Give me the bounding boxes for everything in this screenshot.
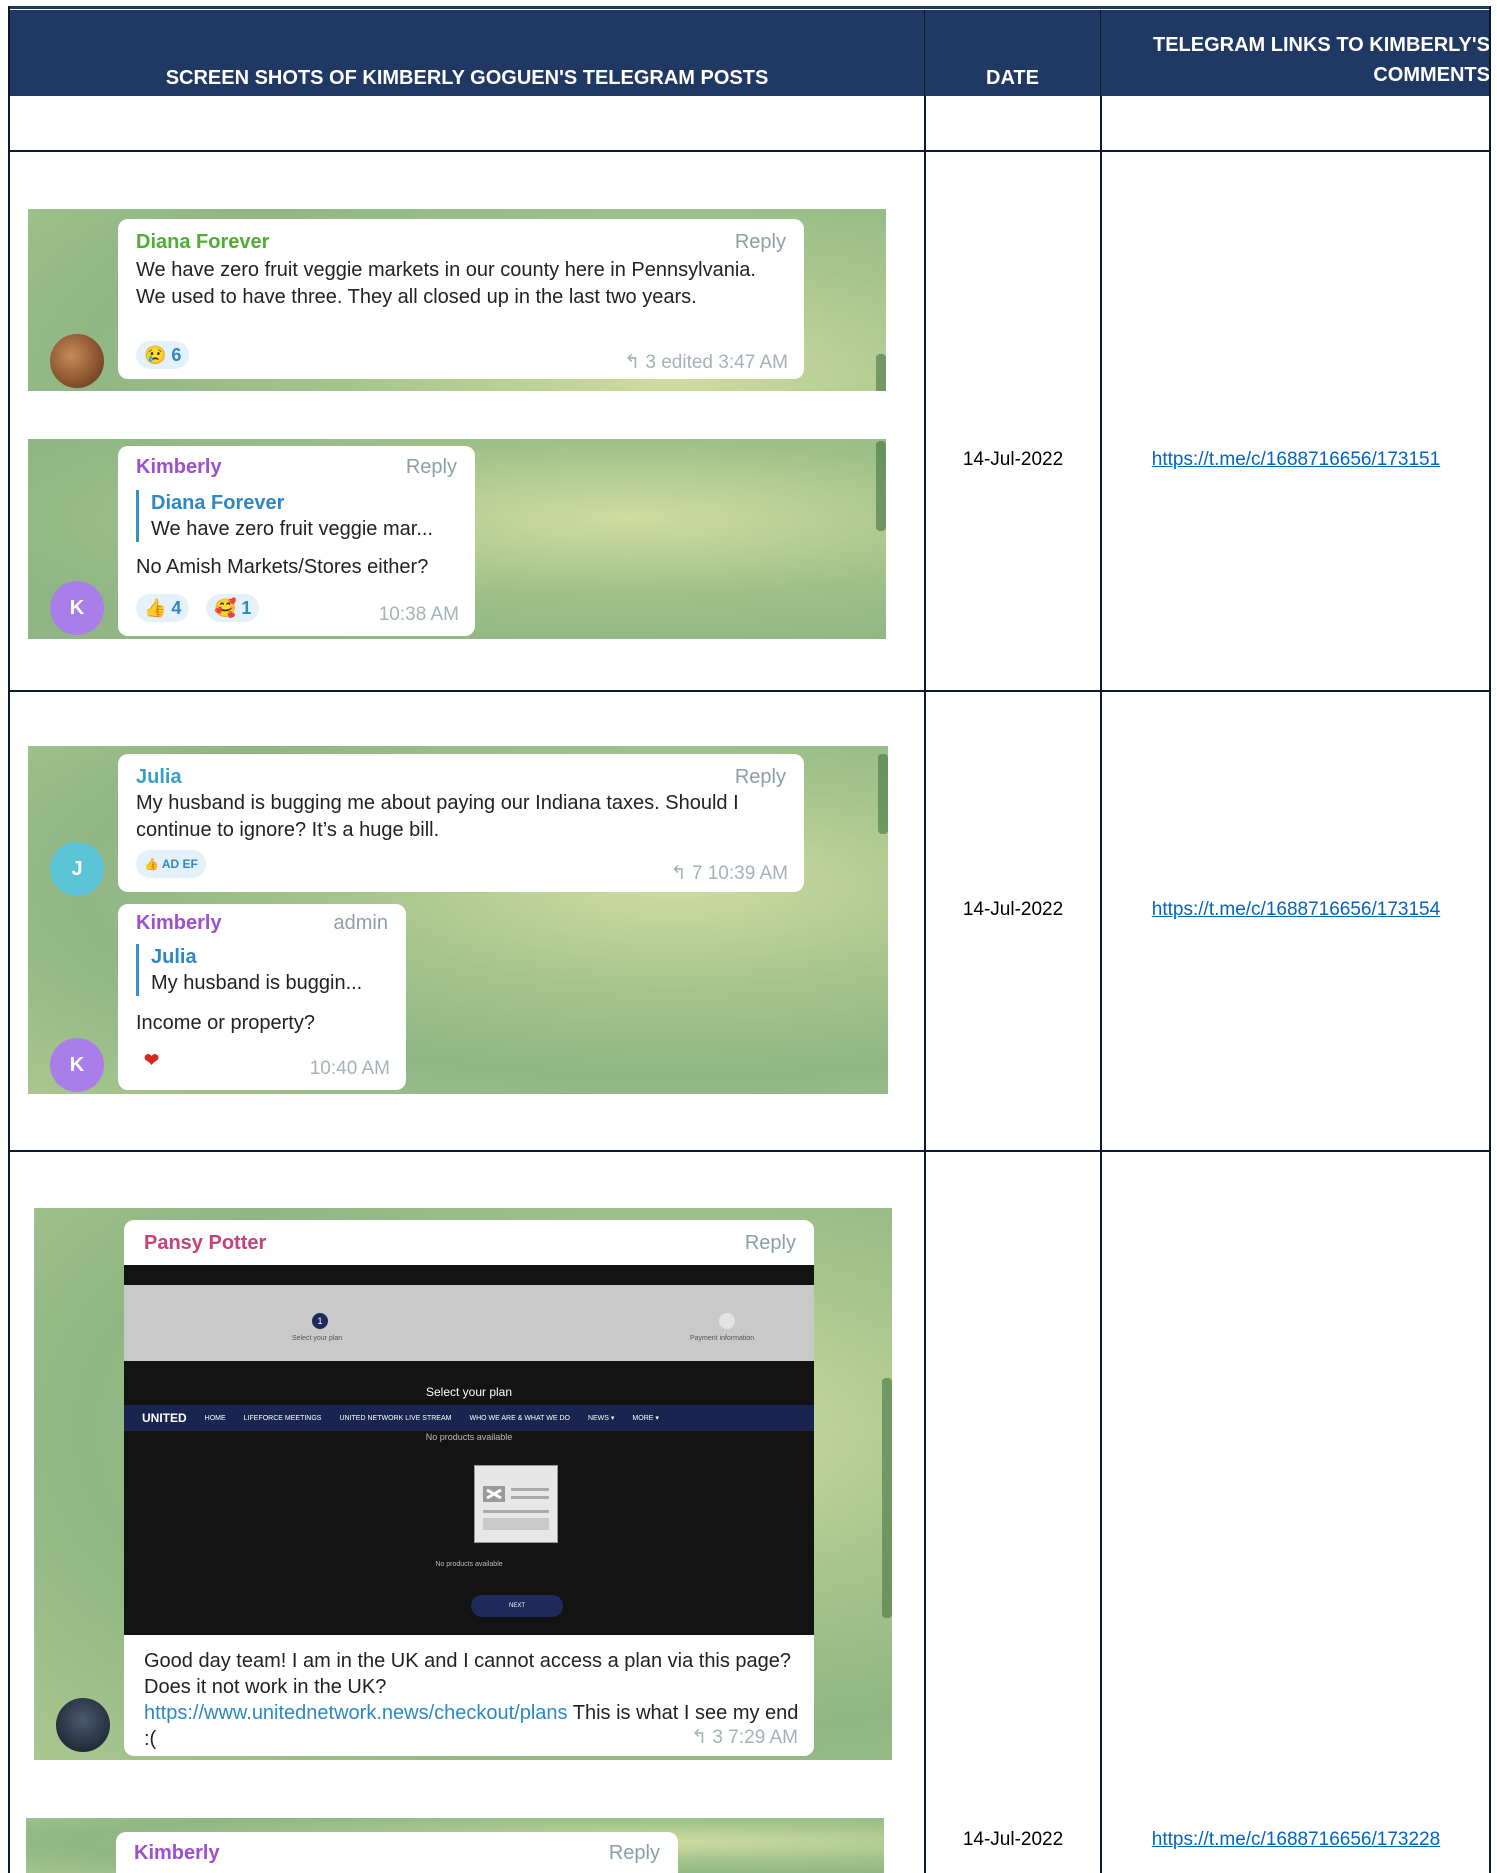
reaction-badge[interactable]: ❤ bbox=[136, 1046, 167, 1074]
avatar-initial: K bbox=[50, 581, 104, 635]
document-table: SCREEN SHOTS OF KIMBERLY GOGUEN'S TELEGR… bbox=[8, 6, 1491, 1873]
reaction-badge[interactable]: 😢 6 bbox=[136, 341, 190, 369]
message-text: My husband is bugging me about paying ou… bbox=[136, 792, 739, 841]
reply-label[interactable]: Reply bbox=[735, 766, 786, 789]
no-products-caption: No products available bbox=[435, 1561, 503, 1568]
row-date: 14-Jul-2022 bbox=[962, 449, 1064, 470]
message-text: Income or property? bbox=[136, 1012, 315, 1034]
sender-name: Pansy Potter bbox=[144, 1232, 267, 1254]
message-post: Julia Reply My husband is bugging me abo… bbox=[118, 754, 804, 892]
quoted-text: My husband is buggin... bbox=[151, 972, 363, 994]
reaction-badge[interactable]: 👍 AD EF bbox=[136, 850, 206, 878]
step-2-dot bbox=[719, 1313, 735, 1329]
telegram-link[interactable]: https://t.me/c/1688716656/173228 bbox=[1101, 1829, 1489, 1851]
row-divider-3 bbox=[10, 1150, 1489, 1152]
header-links-label-1: TELEGRAM LINKS TO KIMBERLY'S bbox=[1152, 34, 1490, 56]
header-date: DATE bbox=[925, 10, 1101, 96]
reaction-badge[interactable]: 🥰 1 bbox=[206, 594, 260, 622]
reply-label[interactable]: Reply bbox=[735, 231, 786, 254]
top-border bbox=[10, 6, 1489, 9]
header-links-label-2: COMMENTS bbox=[1373, 64, 1490, 86]
telegram-screenshot-3: Pansy Potter Reply 1 Select your plan Pa… bbox=[34, 1208, 892, 1760]
nav-item: UNITED NETWORK LIVE STREAM bbox=[339, 1414, 452, 1422]
nav-item: NEWS ▾ bbox=[587, 1415, 615, 1422]
header-screenshots-label: SCREEN SHOTS OF KIMBERLY GOGUEN'S TELEGR… bbox=[165, 67, 769, 89]
message-post: Diana Forever Reply We have zero fruit v… bbox=[118, 219, 804, 379]
checkout-steps: 1 Select your plan Payment information bbox=[124, 1285, 814, 1361]
nav-item: WHO WE ARE & WHAT WE DO bbox=[469, 1414, 570, 1422]
site-logo: UNITED bbox=[142, 1411, 187, 1425]
header-links: TELEGRAM LINKS TO KIMBERLY'S COMMENTS bbox=[1101, 10, 1490, 96]
empty-product-icon bbox=[474, 1465, 558, 1543]
sender-name: Kimberly bbox=[136, 456, 222, 478]
avatar-photo bbox=[50, 334, 104, 388]
telegram-screenshot-1: Diana Forever Reply We have zero fruit v… bbox=[28, 209, 886, 639]
quoted-text: We have zero fruit veggie mar... bbox=[151, 518, 433, 540]
message-comment: Kimberly admin Julia My husband is buggi… bbox=[118, 904, 406, 1090]
next-button: NEXT bbox=[471, 1595, 563, 1617]
message-meta: ↰ 3 7:29 AM bbox=[691, 1727, 798, 1748]
admin-badge: admin bbox=[333, 912, 388, 934]
sender-name: Diana Forever bbox=[136, 231, 270, 253]
telegram-screenshot-3b: Kimberly Reply bbox=[26, 1818, 884, 1873]
message-meta: ↰ 7 10:39 AM bbox=[670, 863, 788, 884]
message-url[interactable]: https://www.unitednetwork.news/checkout/… bbox=[144, 1702, 568, 1724]
no-products-text: No products available bbox=[425, 1432, 513, 1442]
attached-screenshot[interactable]: 1 Select your plan Payment information S… bbox=[124, 1265, 814, 1635]
row-date: 14-Jul-2022 bbox=[962, 1829, 1064, 1850]
sender-name: Kimberly bbox=[134, 1842, 220, 1864]
reply-label[interactable]: Reply bbox=[745, 1232, 796, 1255]
site-navbar: UNITED HOME LIFEFORCE MEETINGS UNITED NE… bbox=[124, 1405, 814, 1431]
row-date: 14-Jul-2022 bbox=[962, 899, 1064, 920]
nav-item: LIFEFORCE MEETINGS bbox=[243, 1414, 322, 1422]
message-text-body: Good day team! I am in the UK and I cann… bbox=[144, 1650, 792, 1698]
nav-item: HOME bbox=[204, 1414, 226, 1422]
message-time: 10:40 AM bbox=[309, 1058, 390, 1079]
step-1-dot: 1 bbox=[312, 1313, 328, 1329]
reply-label[interactable]: Reply bbox=[406, 456, 457, 479]
telegram-link[interactable]: https://t.me/c/1688716656/173154 bbox=[1101, 899, 1489, 921]
avatar-initial: J bbox=[50, 842, 104, 896]
message-comment: Kimberly Reply Diana Forever We have zer… bbox=[118, 446, 475, 636]
quoted-name: Diana Forever bbox=[151, 492, 285, 514]
message-post: Pansy Potter Reply 1 Select your plan Pa… bbox=[124, 1220, 814, 1756]
message-meta: ↰ 3 edited 3:47 AM bbox=[624, 352, 788, 373]
column-divider-2 bbox=[1100, 96, 1102, 1873]
quoted-name: Julia bbox=[151, 946, 197, 968]
column-divider-1 bbox=[924, 96, 926, 1873]
sender-name: Kimberly bbox=[136, 912, 222, 934]
quoted-message[interactable]: Diana Forever We have zero fruit veggie … bbox=[136, 490, 433, 542]
quoted-message[interactable]: Julia My husband is buggin... bbox=[136, 944, 362, 996]
reaction-badge[interactable]: 👍 4 bbox=[136, 594, 190, 622]
telegram-screenshot-2: Julia Reply My husband is bugging me abo… bbox=[28, 746, 888, 1094]
message-time: 10:38 AM bbox=[378, 604, 459, 625]
step-1-label: Select your plan bbox=[292, 1335, 343, 1342]
reply-label[interactable]: Reply bbox=[609, 1842, 660, 1865]
row-divider-2 bbox=[10, 690, 1489, 692]
site-title: Select your plan bbox=[425, 1385, 513, 1399]
nav-item: MORE ▾ bbox=[632, 1415, 659, 1422]
sender-name: Julia bbox=[136, 766, 182, 788]
step-2-label: Payment information bbox=[690, 1335, 755, 1342]
header-screenshots: SCREEN SHOTS OF KIMBERLY GOGUEN'S TELEGR… bbox=[10, 10, 925, 96]
message-text: No Amish Markets/Stores either? bbox=[136, 556, 429, 578]
telegram-link[interactable]: https://t.me/c/1688716656/173151 bbox=[1101, 449, 1489, 471]
header-date-label: DATE bbox=[986, 67, 1039, 89]
message-text: We have zero fruit veggie markets in our… bbox=[136, 259, 756, 308]
avatar-initial: K bbox=[50, 1038, 104, 1092]
row-divider-1 bbox=[10, 150, 1489, 152]
avatar-photo bbox=[56, 1698, 110, 1752]
message-comment: Kimberly Reply bbox=[116, 1832, 678, 1873]
